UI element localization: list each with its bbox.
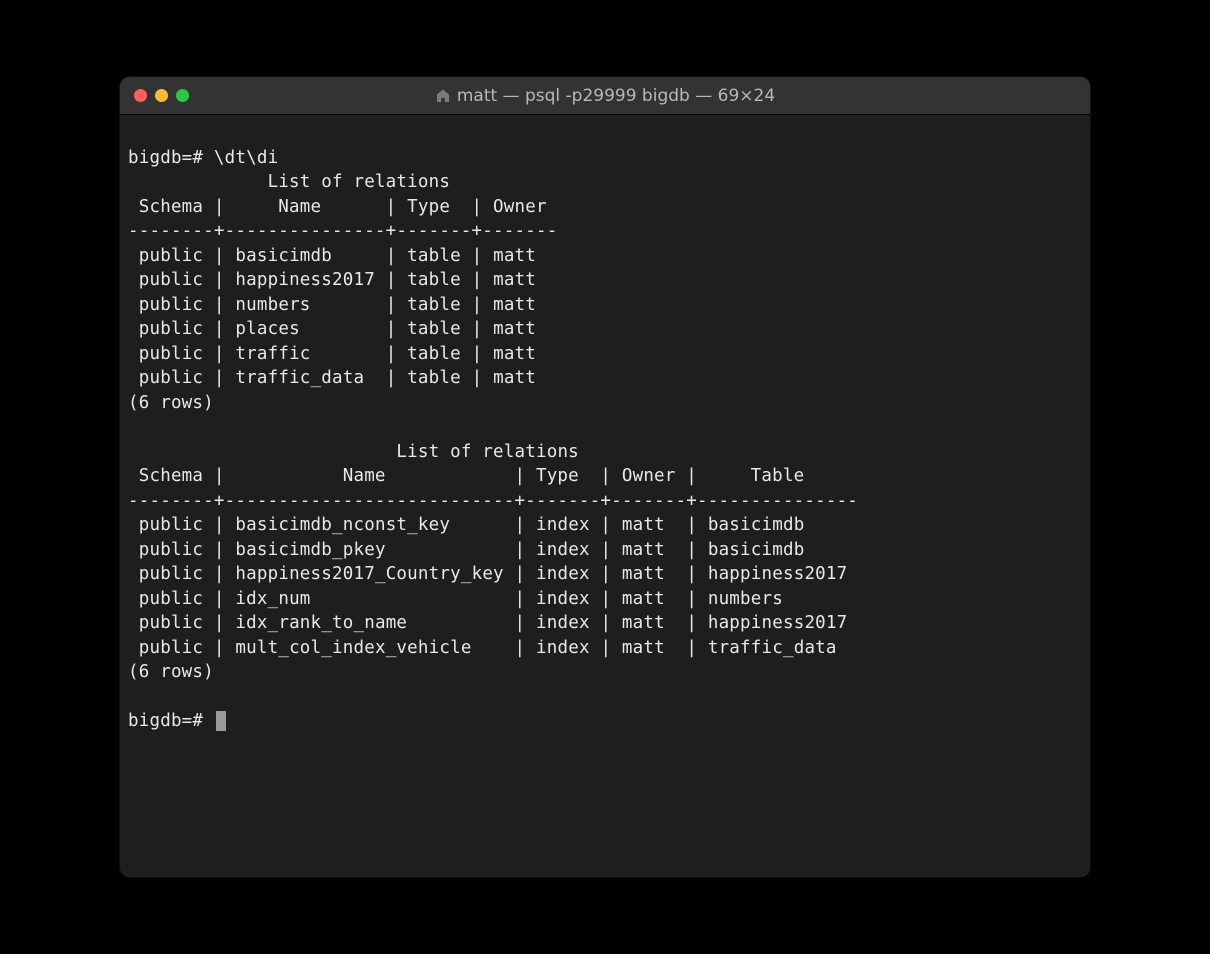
table-row: public | traffic | table | matt bbox=[128, 344, 536, 364]
section1-footer: (6 rows) bbox=[128, 393, 214, 413]
table-row: public | basicimdb_pkey | index | matt |… bbox=[128, 540, 804, 560]
section2-header: Schema | Name | Type | Owner | Table bbox=[128, 466, 858, 486]
section2-footer: (6 rows) bbox=[128, 662, 214, 682]
table-row: public | idx_rank_to_name | index | matt… bbox=[128, 613, 847, 633]
table-row: public | places | table | matt bbox=[128, 319, 536, 339]
table-row: public | happiness2017 | table | matt bbox=[128, 270, 536, 290]
table-row: public | idx_num | index | matt | number… bbox=[128, 589, 783, 609]
section1-divider: --------+---------------+-------+------- bbox=[128, 221, 557, 241]
table-row: public | happiness2017_Country_key | ind… bbox=[128, 564, 847, 584]
section1-header: Schema | Name | Type | Owner bbox=[128, 197, 557, 217]
terminal-window: matt — psql -p29999 bigdb — 69×24 bigdb=… bbox=[120, 77, 1090, 877]
prompt-line: bigdb=# \dt\di bbox=[128, 148, 278, 168]
terminal-body[interactable]: bigdb=# \dt\di List of relations Schema … bbox=[120, 115, 1090, 877]
window-title: matt — psql -p29999 bigdb — 69×24 bbox=[120, 86, 1090, 106]
close-button[interactable] bbox=[134, 89, 147, 102]
cursor bbox=[216, 711, 226, 731]
maximize-button[interactable] bbox=[176, 89, 189, 102]
home-icon bbox=[435, 88, 451, 104]
table-row: public | numbers | table | matt bbox=[128, 295, 536, 315]
section2-divider: --------+---------------------------+---… bbox=[128, 491, 858, 511]
window-title-text: matt — psql -p29999 bigdb — 69×24 bbox=[457, 86, 775, 106]
table-row: public | traffic_data | table | matt bbox=[128, 368, 536, 388]
section2-title: List of relations bbox=[128, 442, 579, 462]
titlebar: matt — psql -p29999 bigdb — 69×24 bbox=[120, 77, 1090, 115]
section1-title: List of relations bbox=[128, 172, 450, 192]
table-row: public | mult_col_index_vehicle | index … bbox=[128, 638, 837, 658]
table-row: public | basicimdb | table | matt bbox=[128, 246, 536, 266]
table-row: public | basicimdb_nconst_key | index | … bbox=[128, 515, 804, 535]
prompt-line-final: bigdb=# bbox=[128, 711, 226, 731]
traffic-lights bbox=[134, 89, 189, 102]
minimize-button[interactable] bbox=[155, 89, 168, 102]
